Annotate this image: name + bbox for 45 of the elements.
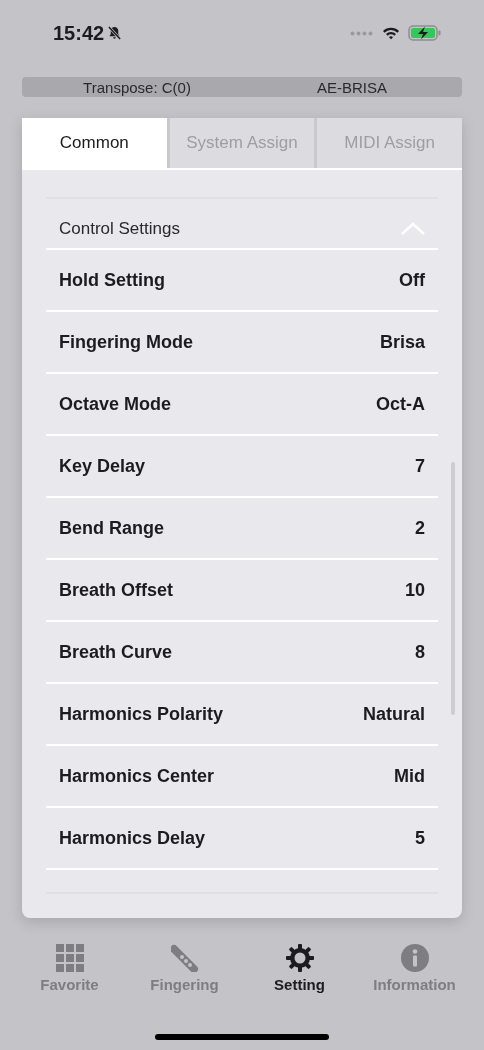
setting-value: 5 (415, 827, 425, 849)
setting-row[interactable]: Harmonics Polarity Natural (46, 684, 438, 746)
setting-row[interactable]: Harmonics Center Mid (46, 746, 438, 808)
setting-label: Fingering Mode (59, 331, 193, 353)
wifi-icon (382, 26, 400, 40)
setting-row[interactable]: Octave Mode Oct-A (46, 374, 438, 436)
setting-value: Oct-A (376, 393, 425, 415)
setting-label: Breath Curve (59, 641, 173, 663)
nav-tab[interactable]: Setting (247, 944, 352, 993)
setting-label: Octave Mode (59, 393, 172, 415)
no-signal-icon (350, 30, 374, 36)
grid-icon (55, 944, 84, 972)
bell-slash-icon (107, 25, 123, 41)
setting-row[interactable]: Harmonics Delay 5 (46, 808, 438, 870)
status-time: 15:42 (53, 21, 105, 45)
setting-value: Mid (394, 765, 425, 787)
setting-value: Off (399, 269, 425, 291)
setting-row[interactable]: Key Delay 7 (46, 436, 438, 498)
setting-label: Breath Offset (59, 579, 174, 601)
setting-value: 8 (415, 641, 425, 663)
setting-label: Key Delay (59, 455, 146, 477)
info-icon (400, 944, 429, 972)
setting-value: 2 (415, 517, 425, 539)
setting-row[interactable]: Breath Curve 8 (46, 622, 438, 684)
section-title: Control Settings (59, 218, 180, 239)
setting-value: Natural (363, 703, 425, 725)
transpose-label: Transpose: C(0) (82, 78, 192, 96)
settings-icon (285, 944, 314, 972)
setting-value: Brisa (379, 331, 425, 353)
setting-row[interactable]: Bend Range 2 (46, 498, 438, 560)
setting-row[interactable]: Fingering Mode Brisa (46, 312, 438, 374)
setting-label: Harmonics Polarity (59, 703, 224, 725)
setting-label: Bend Range (59, 517, 164, 539)
setting-value: 7 (415, 455, 425, 477)
battery-charging-icon (408, 25, 442, 41)
key-strip-icon (170, 944, 199, 972)
setting-value: 10 (404, 579, 425, 601)
section-header[interactable]: Control Settings (46, 199, 438, 250)
setting-label: Harmonics Delay (59, 827, 206, 849)
setting-label: Harmonics Center (59, 765, 215, 787)
setting-row[interactable]: Hold Setting Off (46, 250, 438, 312)
model-label: AE-BRISA (316, 78, 388, 96)
tab[interactable]: Common (22, 118, 167, 168)
setting-label: Hold Setting (59, 269, 165, 291)
setting-row[interactable]: Breath Offset 10 (46, 560, 438, 622)
